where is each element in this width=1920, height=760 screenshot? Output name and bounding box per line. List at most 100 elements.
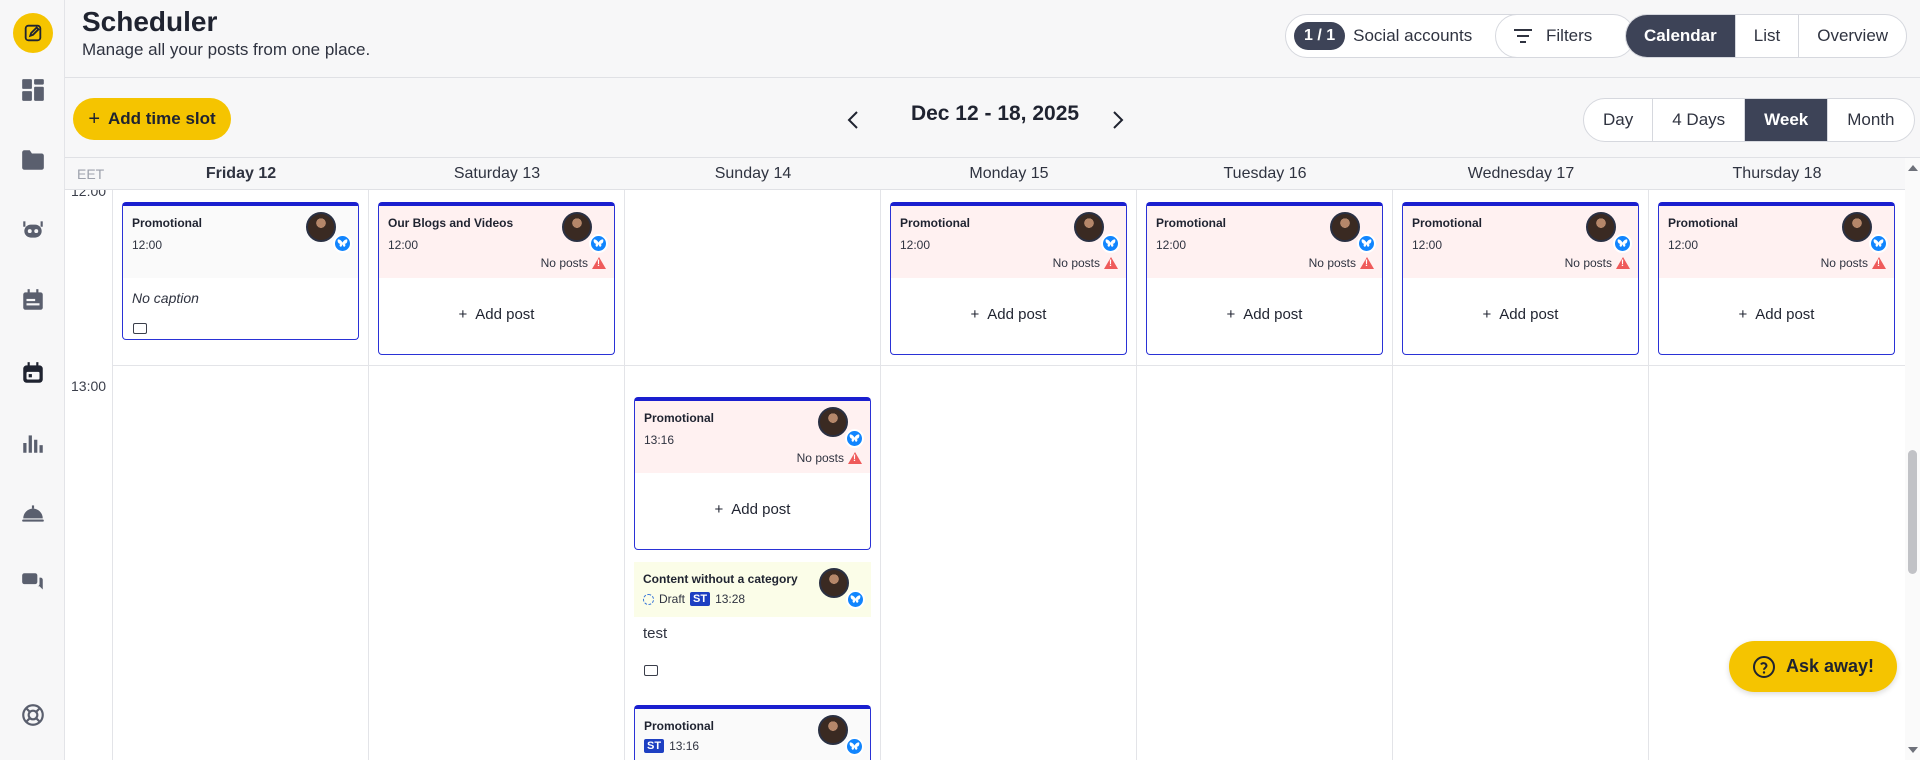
no-posts-label: No posts — [796, 451, 844, 465]
previous-week-button[interactable] — [835, 102, 871, 138]
no-posts-label: No posts — [540, 256, 588, 270]
post-meta-row: ST 13:16 — [644, 739, 699, 753]
chevron-left-icon — [847, 111, 858, 129]
tab-calendar[interactable]: Calendar — [1626, 15, 1735, 57]
time-slot-card[interactable]: Promotional 12:00 No caption — [122, 202, 359, 340]
add-post-label: Add post — [1755, 306, 1815, 323]
day-header-thursday[interactable]: Thursday 18 — [1649, 165, 1905, 183]
ask-away-label: Ask away! — [1785, 656, 1875, 676]
help-icon — [1752, 655, 1775, 678]
ask-away-button[interactable]: Ask away! — [1729, 641, 1897, 692]
plus-icon: + — [1482, 306, 1492, 323]
time-label-12: 12:00 — [71, 190, 107, 199]
scroll-down-arrow[interactable] — [1908, 747, 1918, 753]
plus-icon: + — [970, 306, 980, 323]
day-header-wednesday[interactable]: Wednesday 17 — [1393, 165, 1649, 183]
avatar — [1586, 212, 1616, 242]
compose-icon[interactable] — [13, 13, 53, 53]
add-post-button[interactable]: + Add post — [891, 306, 1126, 323]
next-week-button[interactable] — [1100, 102, 1136, 138]
add-post-label: Add post — [1499, 306, 1559, 323]
draft-label: Draft — [659, 592, 686, 606]
range-4-days[interactable]: 4 Days — [1652, 99, 1744, 141]
messages-icon[interactable] — [13, 563, 53, 603]
add-post-button[interactable]: + Add post — [1403, 306, 1638, 323]
calendar-icon[interactable] — [13, 353, 53, 393]
range-week[interactable]: Week — [1744, 99, 1828, 141]
bluesky-icon — [1869, 234, 1888, 253]
day-header-tuesday[interactable]: Tuesday 16 — [1137, 165, 1393, 183]
day-header-friday[interactable]: Friday 12 — [113, 165, 369, 183]
slot-category: Our Blogs and Videos — [388, 216, 514, 230]
warning-icon — [1872, 257, 1886, 269]
add-post-label: Add post — [731, 501, 791, 518]
bluesky-icon — [846, 590, 865, 609]
range-switcher: Day 4 Days Week Month — [1583, 98, 1915, 142]
slot-time: 12:00 — [1156, 238, 1187, 252]
avatar — [562, 212, 592, 242]
time-slot-card[interactable]: Promotional 12:00 No posts + Add post — [1658, 202, 1895, 355]
folder-icon[interactable] — [13, 140, 53, 180]
range-day[interactable]: Day — [1584, 99, 1652, 141]
slot-time: 12:00 — [1412, 238, 1443, 252]
post-time: 13:28 — [715, 592, 746, 606]
slot-category: Promotional — [644, 411, 715, 425]
time-slot-card[interactable]: Promotional 12:00 No posts + Add post — [1146, 202, 1383, 355]
range-month[interactable]: Month — [1827, 99, 1913, 141]
tab-overview[interactable]: Overview — [1798, 15, 1906, 57]
slot-category: Promotional — [1412, 216, 1483, 230]
day-header-sunday[interactable]: Sunday 14 — [625, 165, 881, 183]
time-slot-card[interactable]: Promotional 13:16 No posts + Add post — [634, 397, 871, 550]
image-icon — [133, 323, 147, 334]
add-post-button[interactable]: + Add post — [379, 306, 614, 323]
timezone-label: EET — [77, 166, 105, 182]
post-card[interactable]: Content without a category Draft ST 13:2… — [634, 562, 871, 684]
warning-icon — [1104, 257, 1118, 269]
add-post-button[interactable]: + Add post — [1147, 306, 1382, 323]
time-slot-card[interactable]: Promotional 12:00 No posts + Add post — [1402, 202, 1639, 355]
day-header-saturday[interactable]: Saturday 13 — [369, 165, 625, 183]
plus-icon: + — [458, 306, 468, 323]
grid-divider — [368, 190, 369, 760]
dashboard-icon[interactable] — [13, 70, 53, 110]
post-category: Content without a category — [643, 572, 798, 586]
services-icon[interactable] — [13, 493, 53, 533]
chevron-right-icon — [1113, 111, 1124, 129]
help-center-icon[interactable] — [13, 695, 53, 735]
scroll-thumb[interactable] — [1908, 450, 1917, 574]
filters-button[interactable]: Filters — [1495, 14, 1635, 58]
add-post-button[interactable]: + Add post — [1659, 306, 1894, 323]
day-header-monday[interactable]: Monday 15 — [881, 165, 1137, 183]
calendar-scrollbar[interactable] — [1905, 158, 1920, 760]
post-card[interactable]: Promotional ST 13:16 — [634, 705, 871, 760]
plus-icon: + — [1226, 306, 1236, 323]
bot-icon[interactable] — [13, 210, 53, 250]
page-subtitle: Manage all your posts from one place. — [82, 40, 371, 59]
avatar — [818, 407, 848, 437]
add-post-label: Add post — [475, 306, 535, 323]
grid-divider — [624, 190, 625, 760]
text-post-icon — [644, 665, 658, 676]
post-caption: No caption — [132, 290, 199, 306]
page-title: Scheduler — [82, 6, 218, 37]
time-slot-card[interactable]: Promotional 12:00 No posts + Add post — [890, 202, 1127, 355]
analytics-icon[interactable] — [13, 423, 53, 463]
bluesky-icon — [1613, 234, 1632, 253]
bluesky-icon — [845, 737, 864, 756]
scroll-up-arrow[interactable] — [1908, 165, 1918, 171]
bluesky-icon — [589, 234, 608, 253]
plus-icon: + — [88, 107, 100, 130]
slot-time: 12:00 — [388, 238, 419, 252]
plus-icon: + — [714, 501, 724, 518]
slot-time: 12:00 — [900, 238, 931, 252]
add-post-button[interactable]: + Add post — [635, 501, 870, 518]
planner-icon[interactable] — [13, 280, 53, 320]
add-time-slot-button[interactable]: + Add time slot — [73, 98, 231, 140]
plus-icon: + — [1738, 306, 1748, 323]
time-slot-card[interactable]: Our Blogs and Videos 12:00 No posts + Add… — [378, 202, 615, 355]
time-label-13: 13:00 — [71, 378, 107, 394]
filters-label: Filters — [1546, 26, 1593, 45]
avatar — [1330, 212, 1360, 242]
tab-list[interactable]: List — [1734, 15, 1798, 57]
grid-divider — [1392, 190, 1393, 760]
